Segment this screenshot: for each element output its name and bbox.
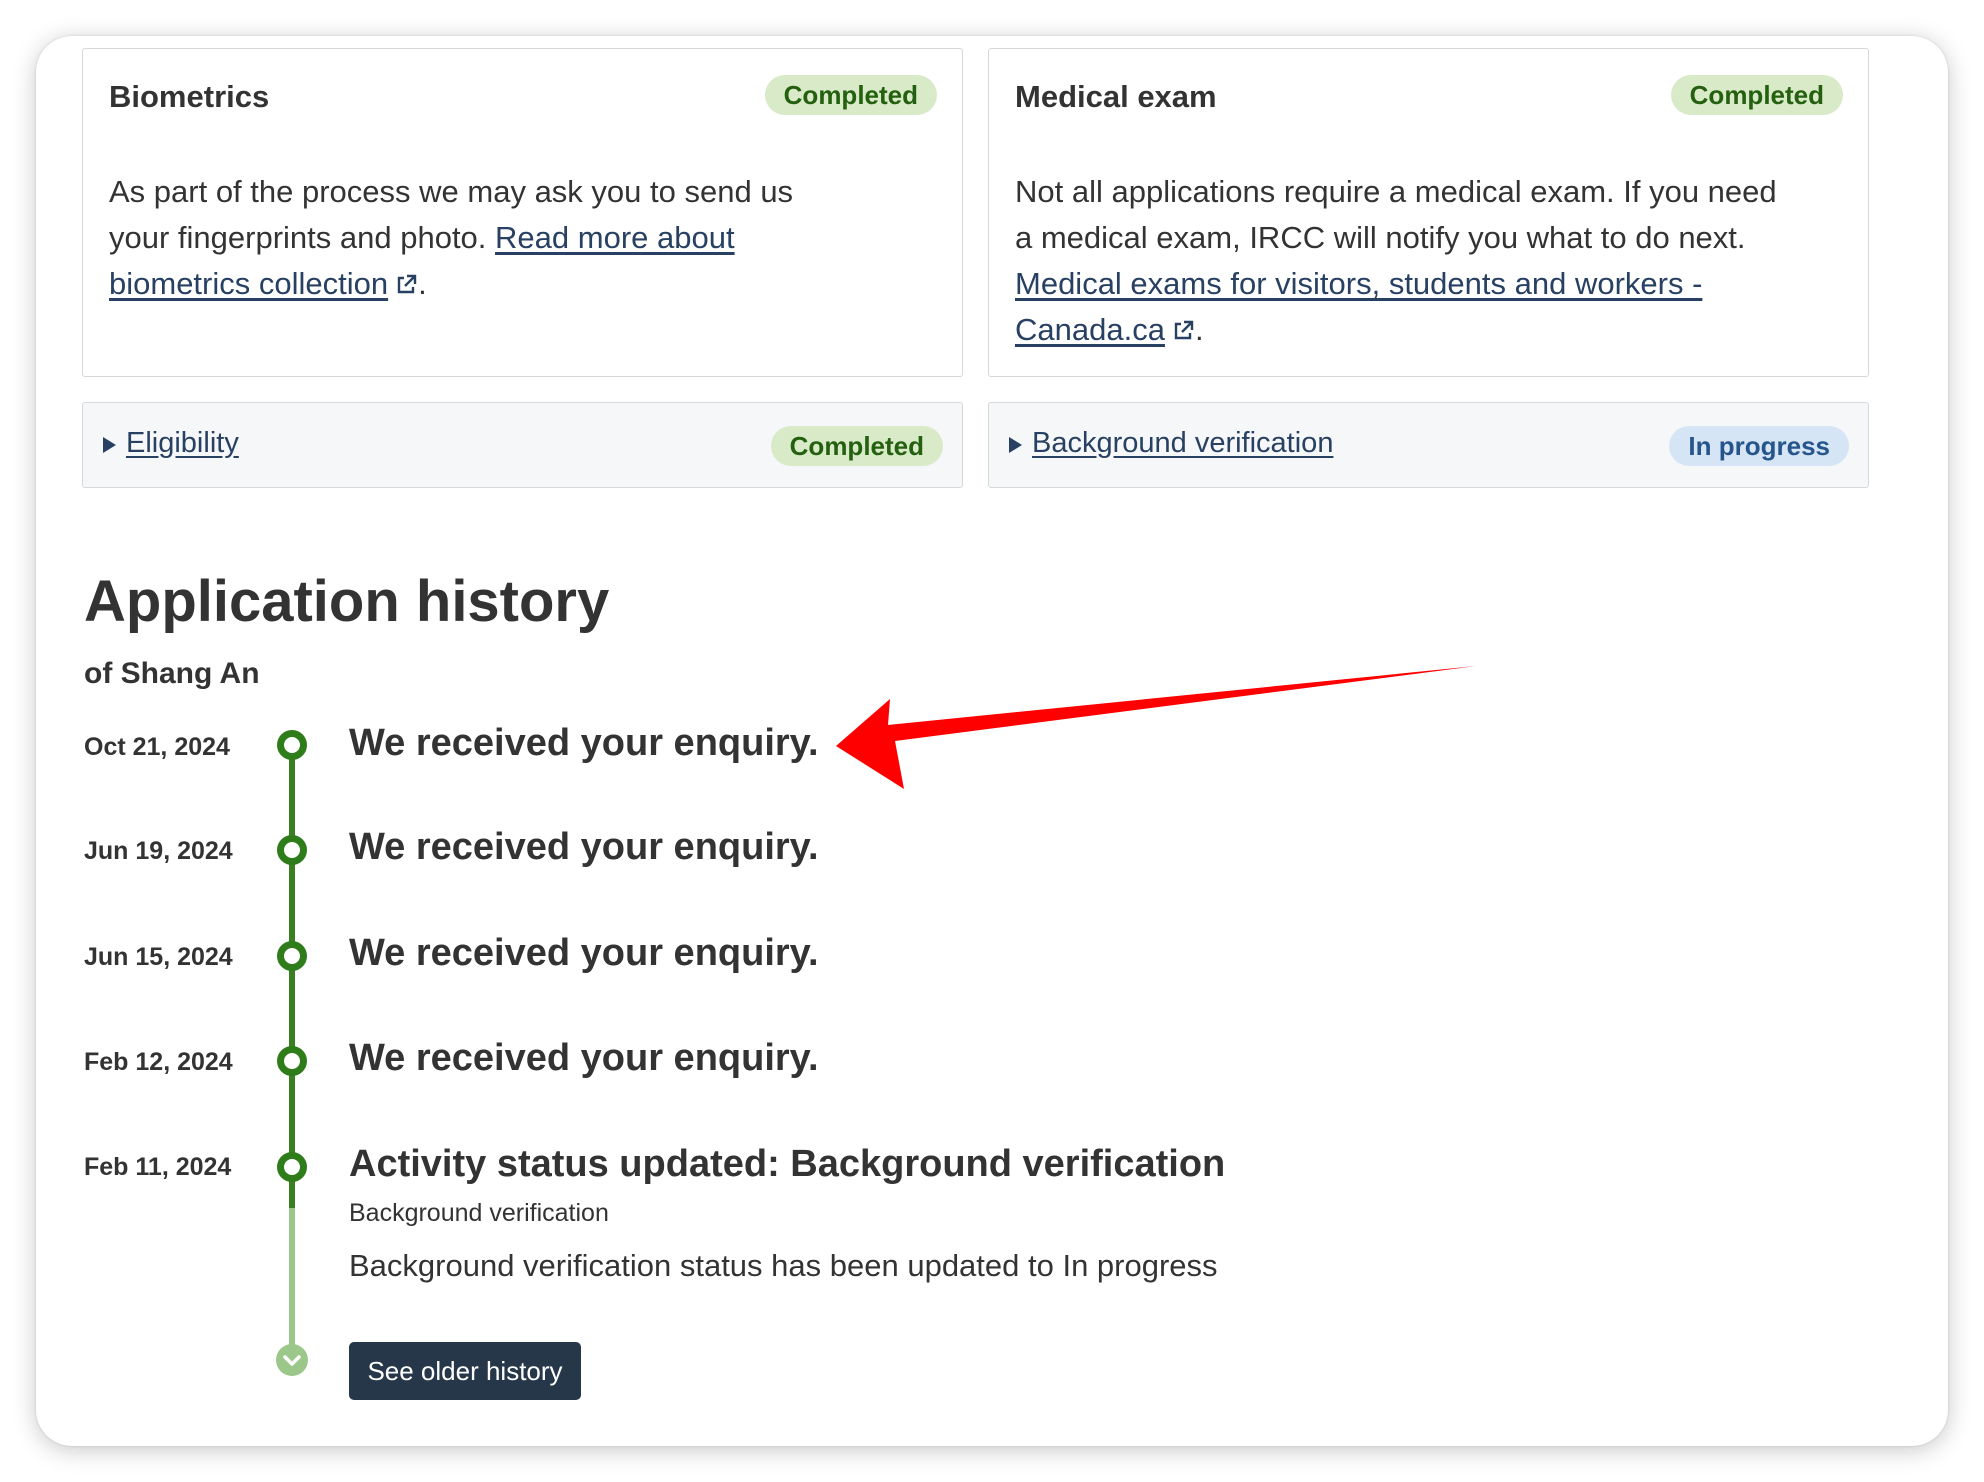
annotation-arrow: [836, 666, 1476, 789]
annotation-arrow-shape: [836, 666, 1476, 789]
